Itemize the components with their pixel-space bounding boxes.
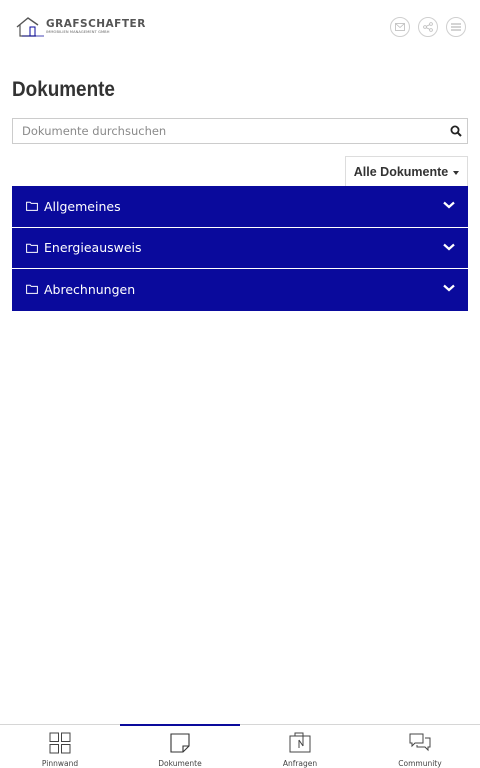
folder-list: Allgemeines Energieausweis Abrechnungen: [12, 186, 468, 311]
search-icon[interactable]: [450, 125, 462, 137]
logo-title: GRAFSCHAFTER: [46, 18, 146, 30]
caret-down-icon: [453, 170, 460, 175]
folder-icon: [26, 201, 38, 212]
nav-item-dokumente[interactable]: Dokumente: [120, 724, 240, 768]
company-logo[interactable]: GRAFSCHAFTER IMMOBILIEN MANAGEMENT GMBH: [16, 15, 145, 39]
nav-label: Community: [398, 759, 442, 768]
search-bar: [12, 118, 468, 144]
search-input[interactable]: [13, 119, 443, 143]
app-header: GRAFSCHAFTER IMMOBILIEN MANAGEMENT GMBH: [0, 0, 480, 60]
document-icon: [169, 732, 191, 754]
nav-item-pinnwand[interactable]: Pinnwand: [0, 725, 120, 768]
folder-label: Allgemeines: [44, 198, 121, 214]
folder-icon: [26, 243, 38, 253]
folder-item-abrechnungen[interactable]: Abrechnungen: [12, 269, 468, 311]
folder-label: Energieausweis: [44, 240, 142, 256]
chat-icon: [409, 732, 431, 754]
menu-button[interactable]: [446, 17, 466, 37]
mail-icon: [395, 23, 405, 31]
folder-icon: [26, 284, 38, 295]
nav-label: Dokumente: [158, 759, 202, 768]
house-logo-icon: [16, 17, 44, 37]
chevron-down-icon: [443, 243, 455, 250]
folder-item-energieausweis[interactable]: Energieausweis: [12, 227, 468, 269]
mail-button[interactable]: [390, 17, 410, 37]
folder-label: Abrechnungen: [44, 281, 136, 297]
nav-label: Pinnwand: [41, 759, 79, 768]
document-filter-dropdown[interactable]: Alle Dokumente: [345, 156, 468, 187]
bottom-navigation: Pinnwand Dokumente Anfragen Community: [0, 724, 480, 768]
chevron-down-icon: [443, 201, 455, 209]
page-title: Dokumente: [12, 78, 115, 101]
logo-subtitle: IMMOBILIEN MANAGEMENT GMBH: [46, 30, 110, 34]
nav-label: Anfragen: [282, 759, 318, 768]
menu-icon: [451, 23, 461, 31]
folder-item-allgemeines[interactable]: Allgemeines: [12, 186, 468, 228]
nav-item-anfragen[interactable]: Anfragen: [240, 725, 360, 768]
share-button[interactable]: [418, 17, 438, 37]
requests-icon: [289, 732, 311, 754]
grid-icon: [49, 732, 71, 754]
nav-item-community[interactable]: Community: [360, 725, 480, 768]
filter-label: Alle Dokumente: [353, 165, 449, 179]
share-icon: [423, 22, 433, 32]
chevron-down-icon: [443, 284, 455, 292]
